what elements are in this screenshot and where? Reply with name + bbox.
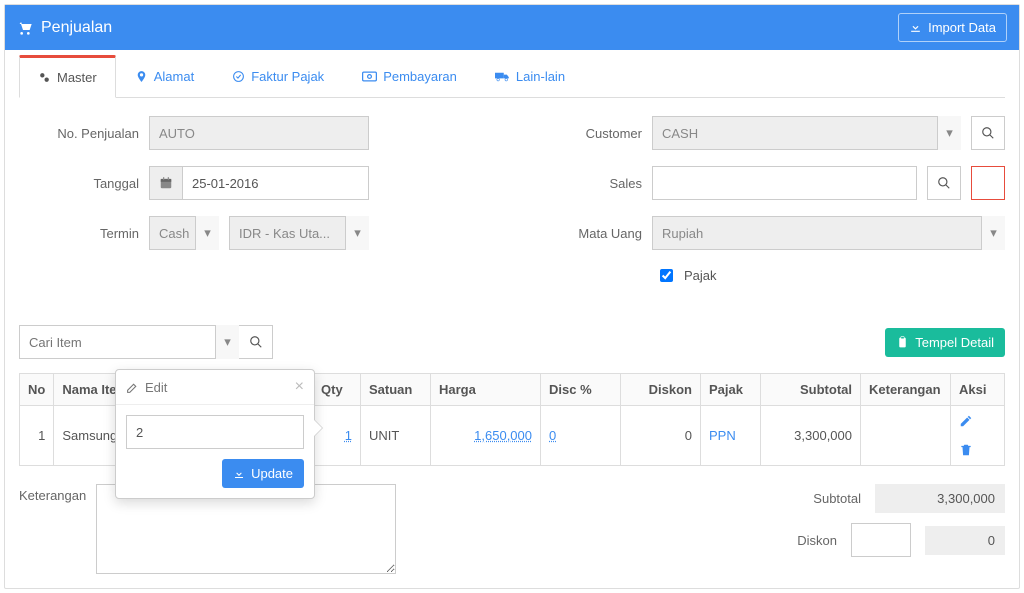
gears-icon [38,71,51,84]
delete-row-icon[interactable] [959,443,996,457]
no-penjualan-field [149,116,369,150]
cell-subtotal: 3,300,000 [761,406,861,466]
tab-faktur-pajak[interactable]: Faktur Pajak [213,55,343,98]
tab-alamat[interactable]: Alamat [116,55,213,98]
subtotal-value: 3,300,000 [875,484,1005,513]
pajak-checkbox[interactable]: Pajak [652,266,717,285]
cell-diskon: 0 [621,406,701,466]
tab-pembayaran[interactable]: Pembayaran [343,55,476,98]
diskon-input[interactable] [851,523,911,557]
tab-lain-lain[interactable]: Lain-lain [476,55,584,98]
item-search-button[interactable] [239,325,273,359]
tanggal-field[interactable] [183,166,369,200]
edit-icon [126,381,139,394]
edit-popover: Edit × Update [115,369,315,499]
calendar-icon[interactable] [149,166,183,200]
update-button[interactable]: Update [222,459,304,488]
money-icon [362,70,377,83]
popover-title: Edit [145,380,167,395]
mata-uang-select[interactable]: ▾ [652,216,1005,250]
truck-icon [495,70,510,83]
customer-search-button[interactable] [971,116,1005,150]
col-harga: Harga [431,374,541,406]
col-pajak: Pajak [701,374,761,406]
label-mata-uang: Mata Uang [522,226,642,241]
pin-icon [135,70,148,83]
sales-clear-button[interactable] [971,166,1005,200]
cell-disc-pct[interactable]: 0 [541,406,621,466]
customer-select[interactable]: ▾ [652,116,961,150]
page-title: Penjualan [17,19,112,37]
label-tanggal: Tanggal [19,176,139,191]
cell-harga[interactable]: 1,650,000 [431,406,541,466]
sales-field[interactable] [652,166,917,200]
cell-satuan: UNIT [361,406,431,466]
cell-aksi [951,406,1005,466]
col-qty: Qty [313,374,361,406]
col-subtotal: Subtotal [761,374,861,406]
edit-row-icon[interactable] [959,414,996,428]
col-no: No [20,374,54,406]
diskon-value: 0 [925,526,1005,555]
col-diskon: Diskon [621,374,701,406]
col-aksi: Aksi [951,374,1005,406]
label-diskon-total: Diskon [757,533,837,548]
sales-panel: Penjualan Import Data Master Alamat Fakt… [4,4,1020,589]
tab-bar: Master Alamat Faktur Pajak Pembayaran La… [19,54,1005,98]
label-customer: Customer [522,126,642,141]
label-subtotal: Subtotal [781,491,861,506]
import-data-button[interactable]: Import Data [898,13,1007,42]
termin-account-select[interactable]: ▾ [229,216,369,250]
label-keterangan: Keterangan [19,484,86,574]
cell-keterangan [861,406,951,466]
tempel-detail-button[interactable]: Tempel Detail [885,328,1005,357]
popover-close-icon[interactable]: × [295,378,304,396]
cell-no: 1 [20,406,54,466]
save-icon [233,468,245,480]
qty-edit-input[interactable] [126,415,304,449]
panel-header: Penjualan Import Data [5,5,1019,50]
label-termin: Termin [19,226,139,241]
tab-master[interactable]: Master [19,55,116,98]
col-satuan: Satuan [361,374,431,406]
download-icon [909,21,922,34]
sales-search-button[interactable] [927,166,961,200]
col-disc-pct: Disc % [541,374,621,406]
cart-icon [17,20,33,36]
col-keterangan: Keterangan [861,374,951,406]
label-sales: Sales [522,176,642,191]
label-no-penjualan: No. Penjualan [19,126,139,141]
termin-type-select[interactable]: ▾ [149,216,219,250]
item-search-select[interactable]: ▾ [19,325,239,359]
cell-pajak[interactable]: PPN [701,406,761,466]
paste-icon [896,336,909,349]
check-circle-icon [232,70,245,83]
